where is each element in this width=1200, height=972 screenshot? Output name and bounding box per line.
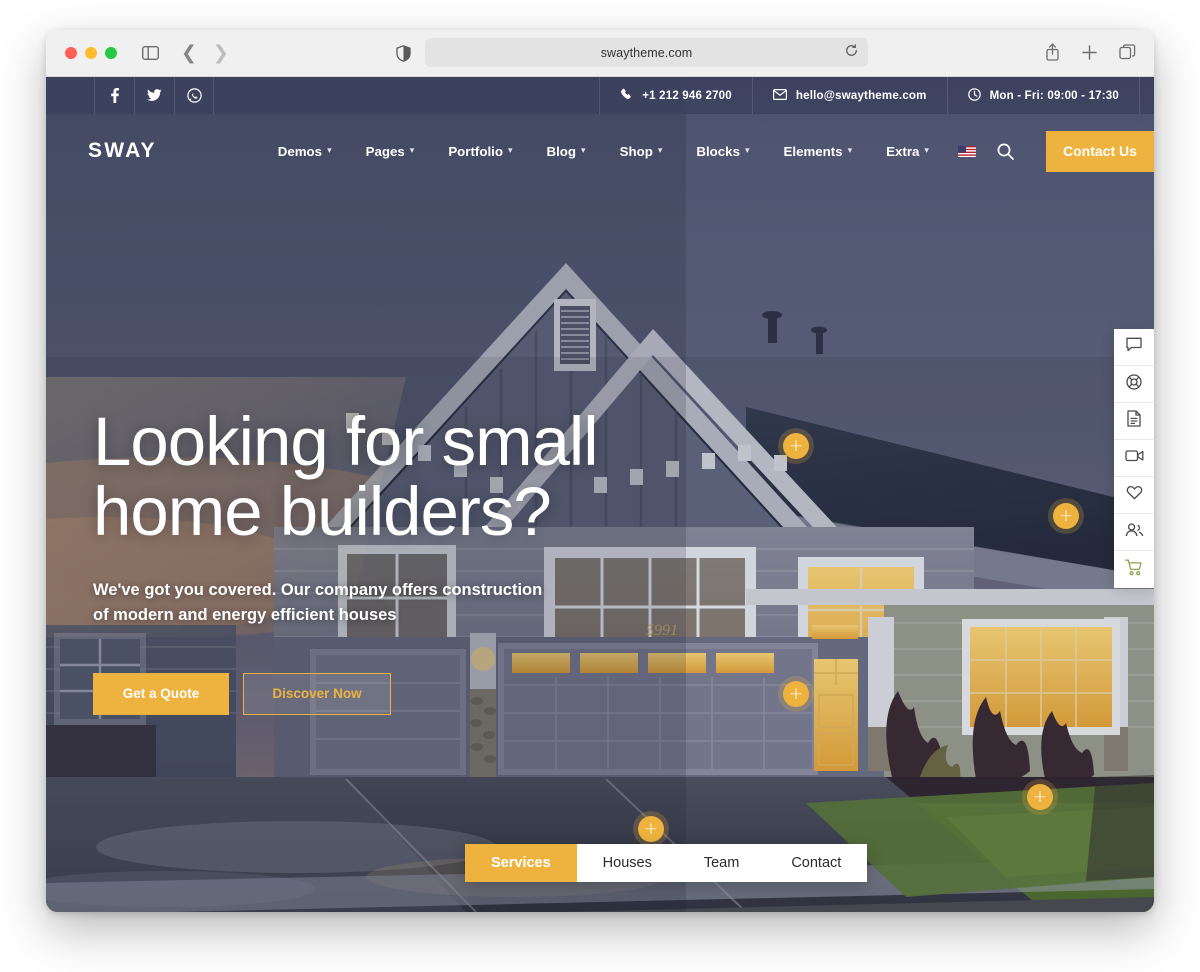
url-text: swaytheme.com [600, 45, 693, 60]
chevron-down-icon: ▾ [327, 146, 332, 156]
menu-item-demos[interactable]: Demos ▾ [261, 144, 349, 159]
menu-item-blocks[interactable]: Blocks ▾ [679, 144, 766, 159]
contact-phone-text: +1 212 946 2700 [642, 89, 732, 102]
search-icon[interactable] [997, 143, 1014, 160]
contact-email-text: hello@swaytheme.com [795, 89, 927, 102]
hero-title-line-2: home builders? [93, 473, 552, 551]
share-icon[interactable] [1045, 43, 1060, 61]
web-page: 5991 +1 212 946 2700 hello@swaytheme.com… [46, 77, 1154, 912]
menu-item-portfolio[interactable]: Portfolio ▾ [431, 144, 529, 159]
rail-team-button[interactable] [1114, 514, 1154, 551]
discover-now-button[interactable]: Discover Now [243, 672, 391, 715]
reload-icon[interactable] [845, 43, 858, 62]
hero-content: Looking for small home builders? We've g… [93, 406, 599, 715]
address-bar[interactable]: swaytheme.com [425, 38, 868, 67]
maximize-window-button[interactable] [105, 47, 117, 59]
menu-label-portfolio: Portfolio [448, 143, 503, 159]
sidebar-toggle-icon[interactable] [142, 46, 159, 60]
social-link-whatsapp[interactable] [174, 77, 214, 114]
tab-houses[interactable]: Houses [577, 844, 678, 882]
browser-toolbar-right [1045, 43, 1136, 61]
rail-document-button[interactable] [1114, 403, 1154, 440]
hero-subtitle: We've got you covered. Our company offer… [93, 578, 598, 629]
browser-navigation: ❮ ❯ [181, 43, 229, 63]
menu-label-blocks: Blocks [696, 143, 740, 159]
hero-title-line-1: Looking for small [93, 403, 599, 480]
menu-label-shop: Shop [619, 143, 653, 159]
heart-icon [1126, 485, 1143, 505]
clock-icon [967, 87, 981, 104]
hero-subtitle-line-1: We've got you covered. Our company offer… [93, 580, 543, 599]
hotspot-upper-window[interactable]: + [783, 433, 809, 459]
privacy-shield-icon[interactable] [396, 45, 411, 62]
menu-label-pages: Pages [365, 143, 405, 159]
rail-support-button[interactable] [1114, 366, 1154, 403]
rail-chat-button[interactable] [1114, 329, 1154, 366]
hero-title: Looking for small home builders? [93, 406, 599, 551]
menu-label-blog: Blog [546, 143, 577, 159]
menu-item-elements[interactable]: Elements ▾ [767, 144, 870, 159]
phone-icon [620, 88, 633, 104]
document-icon [1127, 410, 1141, 432]
hero-subtitle-line-2: of modern and energy efficient houses [93, 606, 397, 625]
rail-favorites-button[interactable] [1114, 477, 1154, 514]
rail-video-button[interactable] [1114, 440, 1154, 477]
hotspot-right-roof[interactable]: + [1053, 503, 1079, 529]
contact-us-button[interactable]: Contact Us [1045, 130, 1154, 172]
chevron-down-icon: ▾ [507, 146, 513, 156]
contact-info-group: +1 212 946 2700 hello@swaytheme.com Mon … [599, 77, 1140, 114]
minimize-window-button[interactable] [85, 47, 97, 59]
forward-arrow-icon[interactable]: ❯ [213, 43, 229, 63]
contact-email[interactable]: hello@swaytheme.com [751, 77, 947, 114]
chevron-down-icon: ▾ [657, 146, 663, 156]
tab-contact[interactable]: Contact [765, 844, 867, 882]
hotspot-driveway[interactable]: + [638, 816, 664, 842]
hotspot-front-door[interactable]: + [783, 681, 809, 707]
menu-label-demos: Demos [277, 143, 323, 159]
get-a-quote-button[interactable]: Get a Quote [93, 672, 229, 715]
hero-buttons: Get a Quote Discover Now [93, 672, 598, 715]
window-controls [65, 47, 117, 59]
contact-hours: Mon - Fri: 09:00 - 17:30 [946, 77, 1140, 114]
chevron-down-icon: ▾ [581, 146, 586, 156]
us-flag-icon[interactable] [957, 145, 976, 157]
tab-overview-icon[interactable] [1119, 44, 1136, 60]
tab-services[interactable]: Services [465, 844, 577, 882]
hotspot-shrubs[interactable]: + [1027, 784, 1053, 810]
browser-titlebar: ❮ ❯ swaytheme.com [46, 30, 1154, 77]
tab-team[interactable]: Team [678, 844, 765, 882]
menu-label-extra: Extra [886, 143, 920, 159]
new-tab-icon[interactable] [1082, 44, 1097, 60]
browser-window: ❮ ❯ swaytheme.com 5991 +1 212 946 2700 h… [46, 30, 1154, 912]
mail-icon [772, 88, 787, 103]
video-camera-icon [1124, 449, 1144, 467]
chat-icon [1126, 337, 1142, 357]
chevron-down-icon: ▾ [409, 146, 415, 156]
main-menu: Demos ▾ Pages ▾ Portfolio ▾ Blog ▾ Shop [261, 143, 1014, 160]
chevron-down-icon: ▾ [847, 146, 853, 156]
menu-item-extra[interactable]: Extra ▾ [869, 144, 946, 159]
close-window-button[interactable] [65, 47, 77, 59]
social-link-twitter[interactable] [134, 77, 174, 114]
menu-label-elements: Elements [783, 143, 843, 159]
social-link-facebook[interactable] [94, 77, 134, 114]
contact-hours-text: Mon - Fri: 09:00 - 17:30 [989, 89, 1119, 102]
menu-item-blog[interactable]: Blog ▾ [530, 144, 603, 159]
contact-phone[interactable]: +1 212 946 2700 [599, 77, 752, 114]
lifebuoy-icon [1126, 373, 1142, 395]
users-icon [1125, 522, 1144, 542]
section-tabs: Services Houses Team Contact [465, 844, 868, 882]
back-arrow-icon[interactable]: ❮ [181, 43, 197, 63]
cart-icon [1125, 559, 1143, 581]
site-top-bar: +1 212 946 2700 hello@swaytheme.com Mon … [46, 77, 1154, 114]
site-logo[interactable]: SWAY [88, 139, 157, 163]
social-links [94, 77, 214, 114]
menu-item-pages[interactable]: Pages ▾ [349, 144, 432, 159]
chevron-down-icon: ▾ [744, 146, 750, 156]
site-header: SWAY Demos ▾ Pages ▾ Portfolio ▾ Blog ▾ [46, 114, 1154, 188]
menu-item-shop[interactable]: Shop ▾ [603, 144, 680, 159]
chevron-down-icon: ▾ [924, 146, 929, 156]
floating-side-rail [1114, 329, 1154, 588]
rail-cart-button[interactable] [1114, 551, 1154, 588]
